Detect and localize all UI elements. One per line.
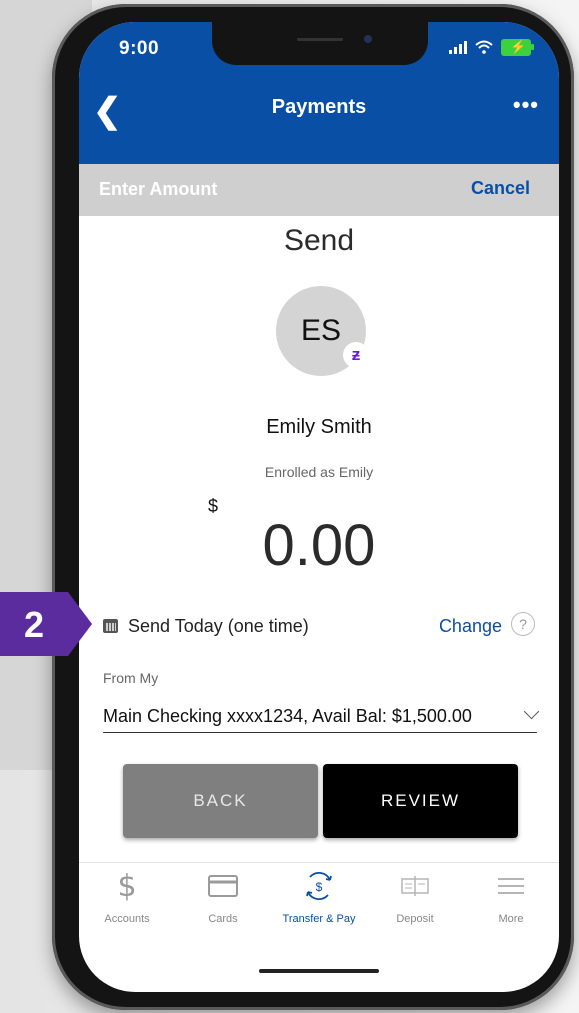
- zelle-icon: ƶ: [343, 342, 369, 368]
- signal-icon: [449, 40, 467, 54]
- camera-icon: [364, 35, 372, 43]
- tab-label: Accounts: [104, 913, 150, 925]
- avatar-initials: ES: [300, 314, 342, 347]
- chevron-down-icon: [523, 703, 540, 720]
- amount-input[interactable]: 0.00: [79, 512, 559, 579]
- cancel-button[interactable]: Cancel: [471, 178, 530, 199]
- more-options-icon[interactable]: •••: [513, 92, 539, 118]
- tab-label: More: [498, 913, 524, 925]
- schedule-row: Send Today (one time) Change ?: [103, 612, 537, 640]
- tab-label: Transfer & Pay: [282, 913, 356, 925]
- dollar-icon: $: [117, 868, 137, 904]
- step-number: 2: [24, 604, 44, 645]
- tab-more[interactable]: More: [463, 863, 559, 933]
- change-schedule-link[interactable]: Change: [439, 616, 502, 637]
- back-button[interactable]: BACK: [123, 764, 318, 838]
- speaker-grille: [297, 38, 343, 41]
- calendar-icon: [103, 619, 118, 633]
- bottom-tab-bar: $ Accounts Cards $ Transfer & Pay Deposi…: [79, 862, 559, 935]
- tab-cards[interactable]: Cards: [175, 863, 271, 933]
- status-time: 9:00: [119, 38, 160, 59]
- menu-icon: [463, 871, 559, 901]
- svg-text:$: $: [316, 880, 323, 894]
- subheader-bar: Enter Amount Cancel: [79, 164, 559, 216]
- send-title: Send: [283, 224, 355, 257]
- subheader-title: Enter Amount: [99, 179, 218, 199]
- step-callout-badge: 2: [0, 592, 92, 656]
- recipient-name: Emily Smith: [266, 416, 372, 438]
- top-bar: 9:00 ⚡ ❮ Payments •••: [79, 22, 559, 164]
- tab-transfer-pay[interactable]: $ Transfer & Pay: [271, 863, 367, 933]
- phone-screen: 9:00 ⚡ ❮ Payments ••• Enter Amount Cance…: [79, 22, 559, 992]
- card-icon: [175, 871, 271, 901]
- camera-notch: [212, 22, 428, 65]
- review-button[interactable]: REVIEW: [323, 764, 518, 838]
- from-label: From My: [103, 670, 159, 686]
- check-deposit-icon: [367, 871, 463, 901]
- tab-deposit[interactable]: Deposit: [367, 863, 463, 933]
- wifi-icon: [475, 40, 493, 54]
- tab-accounts[interactable]: $ Accounts: [79, 863, 175, 933]
- status-icons: ⚡: [449, 36, 534, 58]
- transfer-pay-icon: $: [271, 871, 367, 901]
- page-title: Payments: [271, 96, 367, 118]
- tab-label: Cards: [208, 913, 238, 925]
- account-value: Main Checking xxxx1234, Avail Bal: $1,50…: [103, 706, 472, 726]
- help-icon[interactable]: ?: [511, 612, 535, 636]
- home-indicator: [259, 969, 379, 973]
- account-select[interactable]: Main Checking xxxx1234, Avail Bal: $1,50…: [103, 694, 540, 733]
- battery-icon: ⚡: [501, 38, 534, 56]
- schedule-text: Send Today (one time): [128, 616, 309, 636]
- tab-label: Deposit: [396, 913, 434, 925]
- recipient-enrollment: Enrolled as Emily: [264, 464, 374, 480]
